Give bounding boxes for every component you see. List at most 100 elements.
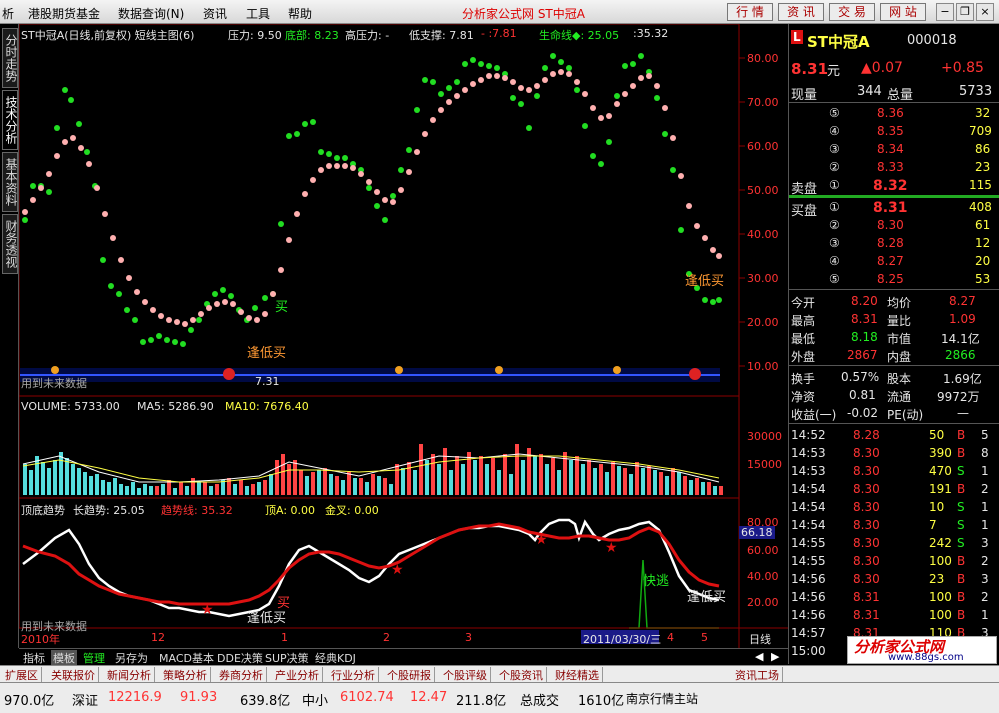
sme-value: 6102.74	[340, 690, 394, 705]
tab-related-quote[interactable]: 关联报价	[48, 667, 99, 683]
indicator-tabs: 指标 模板 管理 另存为 MACD基本 DDE决策 SUP决策 经典KDJ ◀ …	[19, 648, 788, 666]
website-button[interactable]: 网 站	[880, 3, 926, 21]
osc-buy-label-2: 逢低买	[687, 590, 727, 605]
tab-strategy[interactable]: 策略分析	[160, 667, 211, 683]
news-button[interactable]: 资 讯	[778, 3, 824, 21]
osc-red-line	[22, 522, 720, 606]
price-change: ▲0.07	[861, 60, 903, 76]
svg-text:★: ★	[201, 602, 214, 618]
sell-row-5: ⑤ 8.36 32	[829, 106, 991, 120]
buy-signal-label-1: 逢低买	[247, 346, 287, 361]
menu-item-help[interactable]: 帮助	[288, 5, 312, 22]
sz-change: 91.93	[180, 690, 218, 705]
period-label[interactable]: 日线	[749, 631, 771, 647]
server-label: 南京行情主站	[626, 692, 699, 706]
total-volume-label: 总量	[887, 88, 914, 103]
tab-industry[interactable]: 行业分析	[328, 667, 379, 683]
buy-row-1: 买盘 ① 8.31 408	[791, 200, 992, 219]
tick-row: 14:54 8.30 191 B 2	[791, 482, 989, 496]
tab-rating[interactable]: 个股评级	[440, 667, 491, 683]
total-label: 总成交	[520, 694, 560, 709]
tab-fundamentals[interactable]: 基本资料	[2, 152, 18, 212]
tab-template[interactable]: 模板	[51, 650, 77, 666]
st-badge: L	[791, 30, 803, 44]
tab-info-factory[interactable]: 资讯工场	[732, 667, 783, 683]
value-label-2: :35.32	[633, 27, 669, 40]
date-label-2010: 2010年	[21, 633, 60, 646]
buy-row-5: ⑤ 8.25 53	[829, 272, 991, 286]
volume-label: VOLUME: 5733.00	[21, 400, 120, 413]
left-side-tabs: 分时走势 技术分析 基本资料 财务透视	[0, 24, 19, 648]
extension-tabs: 扩展区 关联报价 新闻分析 策略分析 券商分析 产业分析 行业分析 个股研报 个…	[0, 665, 999, 683]
stat-row-eps: 收益(一) -0.02 PE(动) —	[791, 406, 969, 422]
tab-intraday[interactable]: 分时走势	[2, 28, 18, 88]
volume-ma10-label: MA10: 7676.40	[225, 400, 309, 413]
date-label-5: 5	[701, 631, 708, 644]
sz-amount: 639.8亿	[240, 694, 291, 709]
date-label-3: 3	[465, 631, 472, 644]
date-highlight-label: 2011/03/30/三	[583, 633, 662, 646]
tick-row: 14:54 8.30 10 S 1	[791, 500, 989, 514]
prev-icon[interactable]: ◀	[753, 650, 765, 663]
tab-stock-news[interactable]: 个股资讯	[496, 667, 547, 683]
main-axis-ticks	[739, 57, 745, 367]
axis-label-10: 10.00	[747, 360, 779, 373]
tab-indicator[interactable]: 指标	[21, 650, 47, 666]
buy-row-4: ④ 8.27 20	[829, 254, 991, 268]
quote-panel: L ST中冠A 000018 8.31 元 ▲0.07 +0.85 现量 344…	[788, 24, 999, 664]
tab-macd[interactable]: MACD基本	[157, 650, 216, 666]
tab-save-as[interactable]: 另存为	[113, 650, 150, 666]
osc-gold-label: 金叉: 0.00	[325, 504, 379, 517]
stat-row-open: 今开 8.20 均价 8.27	[791, 294, 976, 310]
chart-area[interactable]: ★ ★ ★ ★ ST中冠A(日线,前复权) 短线主图(6) 压力: 9.50 底部: …	[19, 24, 788, 648]
sz-value: 12216.9	[108, 690, 162, 705]
total-volume: 5733	[959, 84, 993, 99]
tab-manage[interactable]: 管理	[81, 650, 107, 666]
tab-broker[interactable]: 券商分析	[216, 667, 267, 683]
pink-dot-series	[22, 69, 722, 327]
price-change-pct: +0.85	[941, 60, 984, 76]
restore-icon[interactable]: ❐	[956, 3, 974, 21]
volume-ma5-label: MA5: 5286.90	[137, 400, 214, 413]
high-pressure-label: 高压力: -	[345, 29, 390, 42]
menu-item-data-query[interactable]: 数据查询(N)	[118, 5, 184, 22]
date-label-2: 2	[383, 631, 390, 644]
close-icon[interactable]: ×	[976, 3, 994, 21]
tab-research[interactable]: 个股研报	[384, 667, 435, 683]
sell-row-4: ④ 8.35 709	[829, 124, 992, 138]
tab-technical[interactable]: 技术分析	[2, 90, 18, 150]
menu-item-tools[interactable]: 工具	[246, 5, 270, 22]
menu-item-info[interactable]: 资讯	[203, 5, 227, 22]
tab-finance[interactable]: 财经精选	[552, 667, 603, 683]
next-icon[interactable]: ▶	[769, 650, 781, 663]
tab-ext-area[interactable]: 扩展区	[2, 667, 42, 683]
menu-item-hk-futures[interactable]: 港股期货基金	[28, 5, 100, 22]
chart-canvas: ★ ★ ★ ★	[19, 24, 788, 648]
sell-row-3: ③ 8.34 86	[829, 142, 991, 156]
quote-button[interactable]: 行 情	[727, 3, 773, 21]
tab-industry-chain[interactable]: 产业分析	[272, 667, 323, 683]
axis-label-60: 60.00	[747, 140, 779, 153]
axis-label-20: 20.00	[747, 316, 779, 329]
tab-financials[interactable]: 财务透视	[2, 214, 18, 274]
logo-url: www.88gs.com	[888, 652, 964, 663]
tab-dde[interactable]: DDE决策	[215, 650, 265, 666]
osc-white-line	[22, 518, 720, 618]
svg-text:★: ★	[391, 562, 404, 578]
chart-title: ST中冠A(日线,前复权) 短线主图(6)	[21, 29, 195, 42]
buy-row-2: ② 8.30 61	[829, 218, 991, 232]
axis-label-50: 50.00	[747, 184, 779, 197]
menu-item-analysis[interactable]: 析	[2, 5, 14, 22]
osc-top-label: 顶A: 0.00	[265, 504, 316, 517]
trade-button[interactable]: 交 易	[829, 3, 875, 21]
tab-sup[interactable]: SUP决策	[263, 650, 311, 666]
now-volume: 344	[857, 84, 882, 99]
dash-label: - :7.81	[481, 27, 517, 40]
tab-news[interactable]: 新闻分析	[104, 667, 155, 683]
osc-trend-label: 趋势线: 35.32	[161, 504, 233, 517]
minimize-icon[interactable]: −	[936, 3, 954, 21]
tab-kdj[interactable]: 经典KDJ	[313, 650, 358, 666]
tick-row: 14:53 8.30 470 S 1	[791, 464, 989, 478]
stat-row-netasset: 净资 0.81 流通 9972万	[791, 388, 980, 404]
bottom-label: 底部: 8.23	[285, 29, 339, 42]
